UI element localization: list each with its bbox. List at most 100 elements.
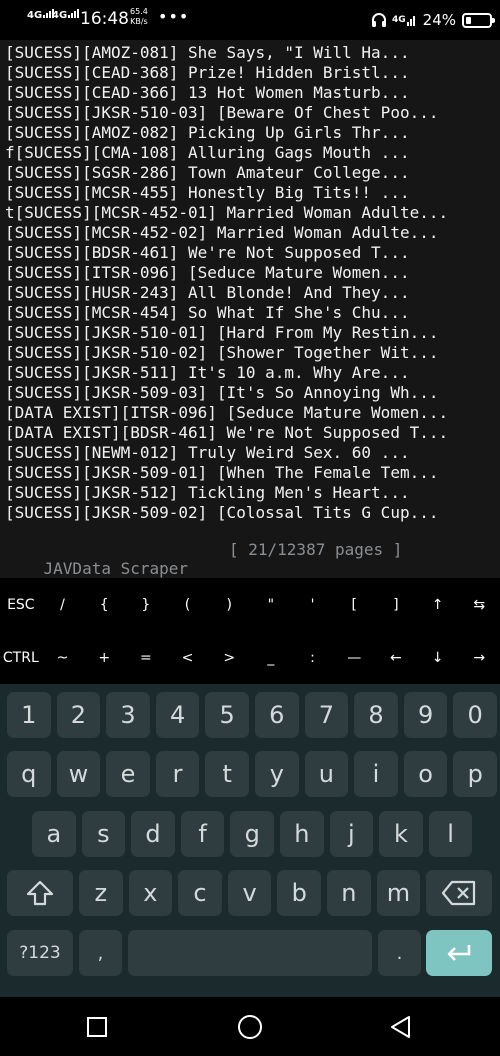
key-3[interactable]: 3 <box>106 692 150 738</box>
key-6[interactable]: 6 <box>255 692 299 738</box>
network-type-label: 4G <box>392 15 406 25</box>
key-k[interactable]: k <box>379 811 423 857</box>
key-a[interactable]: a <box>32 811 76 857</box>
key-j[interactable]: j <box>329 811 374 857</box>
extra-key[interactable]: [ <box>333 578 375 631</box>
terminal-line: [SUCESS][JKSR-510-03] [Beware Of Chest P… <box>5 103 439 122</box>
network-type-label: 4G <box>52 10 68 21</box>
key-f[interactable]: f <box>180 811 225 857</box>
extra-key[interactable]: ESC <box>0 578 42 631</box>
terminal-line: f[SUCESS][CMA-108] Alluring Gags Mouth .… <box>5 143 410 162</box>
extra-key[interactable]: → <box>458 631 500 684</box>
key-1[interactable]: 1 <box>7 692 51 738</box>
key-d[interactable]: d <box>131 811 175 857</box>
extra-key[interactable]: ( <box>167 578 209 631</box>
period-key[interactable]: . <box>378 930 421 976</box>
key-7[interactable]: 7 <box>304 692 349 738</box>
extra-key[interactable]: } <box>125 578 167 631</box>
key-0[interactable]: 0 <box>453 692 497 738</box>
page-progress: [ 21/12387 pages ] <box>229 540 403 559</box>
key-e[interactable]: e <box>106 751 150 797</box>
network-speed: 65.4 KB/s <box>130 7 148 27</box>
terminal-output: [SUCESS][AMOZ-081] She Says, "I Will Ha.… <box>5 43 448 523</box>
key-b[interactable]: b <box>277 870 321 916</box>
terminal-line: [SUCESS][MCSR-454] So What If She's Chu.… <box>5 303 410 322</box>
extra-key[interactable]: < <box>167 631 209 684</box>
recents-button[interactable] <box>82 1012 112 1042</box>
terminal-line: [SUCESS][SGSR-286] Town Amateur College.… <box>5 163 410 182</box>
square-icon <box>87 1017 107 1037</box>
extra-key[interactable]: + <box>83 631 125 684</box>
extra-key[interactable]: ⇆ <box>458 578 500 631</box>
terminal-line: [SUCESS][AMOZ-082] Picking Up Girls Thr.… <box>5 123 410 142</box>
extra-keys-row-1: ESC /{}() " '[] ↑ ⇆ <box>0 578 500 631</box>
symbols-key[interactable]: ?123 <box>7 930 73 976</box>
extra-key[interactable]: > <box>208 631 250 684</box>
extra-key[interactable]: ' <box>292 578 334 631</box>
comma-key[interactable]: , <box>79 930 122 976</box>
key-t[interactable]: t <box>205 751 249 797</box>
key-g[interactable]: g <box>230 811 274 857</box>
battery-icon <box>462 12 495 28</box>
terminal-view[interactable]: [SUCESS][AMOZ-081] She Says, "I Will Ha.… <box>0 40 500 578</box>
navigation-bar <box>0 997 500 1056</box>
extra-key[interactable]: ) <box>208 578 250 631</box>
extra-key[interactable]: ~ <box>42 631 84 684</box>
extra-key[interactable]: { <box>83 578 125 631</box>
enter-key[interactable] <box>426 930 492 976</box>
extra-key[interactable]: ← <box>375 631 417 684</box>
space-key[interactable] <box>128 930 372 976</box>
key-u[interactable]: u <box>304 751 349 797</box>
notification-overflow: ••• <box>158 7 190 26</box>
triangle-icon <box>391 1016 410 1038</box>
extra-key[interactable]: ↓ <box>417 631 459 684</box>
key-p[interactable]: p <box>453 751 497 797</box>
key-i[interactable]: i <box>354 751 398 797</box>
terminal-line: [SUCESS][BDSR-461] We're Not Supposed T.… <box>5 243 410 262</box>
shift-key[interactable] <box>7 870 73 916</box>
terminal-line: [SUCESS][CEAD-366] 13 Hot Women Masturb.… <box>5 83 410 102</box>
terminal-line: [SUCESS][MCSR-452-02] Married Woman Adul… <box>5 223 439 242</box>
signal-icon <box>68 9 80 18</box>
terminal-line: [DATA EXIST][BDSR-461] We're Not Suppose… <box>5 423 449 442</box>
extra-key[interactable]: ↑ <box>417 578 459 631</box>
key-4[interactable]: 4 <box>155 692 200 738</box>
key-z[interactable]: z <box>79 870 123 916</box>
key-2[interactable]: 2 <box>56 692 101 738</box>
extra-key[interactable]: " <box>250 578 292 631</box>
key-v[interactable]: v <box>227 870 272 916</box>
terminal-line: [SUCESS][JKSR-512] Tickling Men's Heart.… <box>5 483 410 502</box>
terminal-line: [SUCESS][HUSR-243] All Blonde! And They.… <box>5 283 410 302</box>
terminal-line: [SUCESS][AMOZ-081] She Says, "I Will Ha.… <box>5 43 410 62</box>
extra-key[interactable]: ] <box>375 578 417 631</box>
terminal-line: [SUCESS][JKSR-509-02] [Colossal Tits G C… <box>5 503 439 522</box>
extra-key[interactable]: — <box>333 631 375 684</box>
battery-percentage: 24% <box>422 11 456 29</box>
extra-key[interactable]: CTRL <box>0 631 42 684</box>
key-x[interactable]: x <box>128 870 173 916</box>
extra-key[interactable]: = <box>125 631 167 684</box>
network-speed-unit: KB/s <box>130 17 148 26</box>
terminal-line: [SUCESS][NEWM-012] Truly Weird Sex. 60 .… <box>5 443 410 462</box>
key-q[interactable]: q <box>7 751 51 797</box>
extra-key[interactable]: : <box>292 631 334 684</box>
key-8[interactable]: 8 <box>354 692 398 738</box>
key-m[interactable]: m <box>376 870 421 916</box>
extra-key[interactable]: / <box>42 578 84 631</box>
key-r[interactable]: r <box>155 751 200 797</box>
key-h[interactable]: h <box>280 811 324 857</box>
key-5[interactable]: 5 <box>205 692 249 738</box>
key-w[interactable]: w <box>56 751 101 797</box>
key-9[interactable]: 9 <box>403 692 448 738</box>
key-y[interactable]: y <box>255 751 299 797</box>
key-c[interactable]: c <box>178 870 222 916</box>
key-l[interactable]: l <box>428 811 473 857</box>
back-button[interactable] <box>386 1012 416 1042</box>
terminal-line: t[SUCESS][MCSR-452-01] Married Woman Adu… <box>5 203 449 222</box>
backspace-key[interactable] <box>426 870 492 916</box>
key-o[interactable]: o <box>403 751 448 797</box>
extra-key[interactable]: _ <box>250 631 292 684</box>
home-button[interactable] <box>235 1012 265 1042</box>
key-s[interactable]: s <box>81 811 126 857</box>
key-n[interactable]: n <box>327 870 371 916</box>
